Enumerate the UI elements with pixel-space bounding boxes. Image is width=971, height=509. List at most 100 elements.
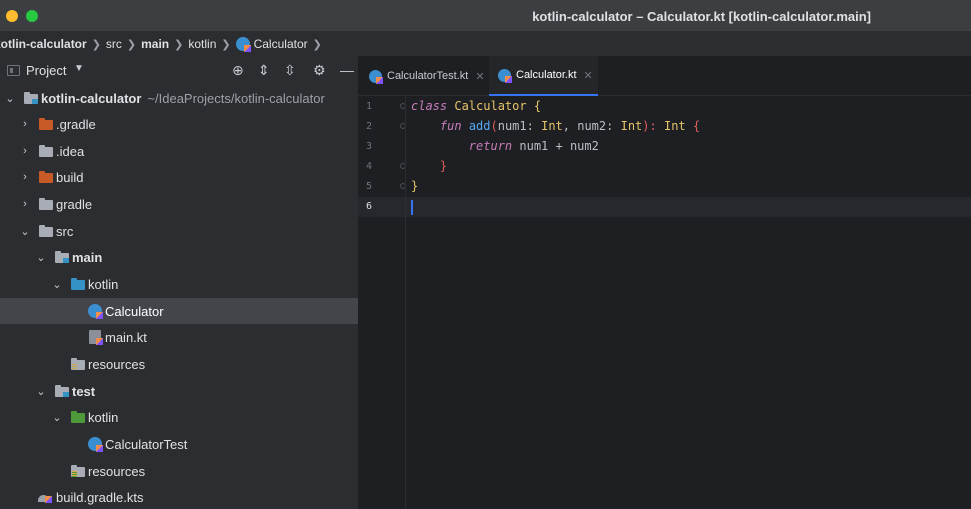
tree-item-label: .idea <box>56 143 85 159</box>
editor-tabs: CalculatorTest.kt ✕ Calculator.kt ✕ <box>358 56 971 96</box>
tree-item-label: kotlin <box>88 409 119 425</box>
tree-item-label: .gradle <box>56 116 96 132</box>
tree-item-label: Calculator <box>105 303 164 319</box>
chevron-down-icon[interactable]: ⌄ <box>35 251 47 264</box>
text-caret <box>411 200 413 215</box>
excluded-folder-icon <box>39 171 53 183</box>
project-panel: Project ▼ ⊕ ⇕ ⇳ ⚙ — ⌄ kotlin-calculator ~… <box>0 56 358 509</box>
chevron-down-icon[interactable]: ⌄ <box>51 278 63 291</box>
line-number: 4 <box>365 161 372 172</box>
chevron-right-icon[interactable]: › <box>19 198 31 210</box>
current-line-highlight <box>358 197 971 217</box>
tree-item-label: resources <box>88 356 146 372</box>
line-number: 1 <box>365 101 372 112</box>
tree-item-test[interactable]: ⌄ test <box>0 378 358 404</box>
tab-calculator-test[interactable]: CalculatorTest.kt ✕ <box>366 56 488 96</box>
close-icon[interactable]: ✕ <box>475 70 484 83</box>
breadcrumb-project[interactable]: kotlin-calculator <box>0 37 87 51</box>
tree-item-label: test <box>72 383 96 399</box>
tree-item-main-kt[interactable]: main.kt <box>0 324 358 350</box>
window-title: kotlin-calculator – Calculator.kt [kotli… <box>532 9 871 24</box>
chevron-down-icon[interactable]: ⌄ <box>4 92 16 105</box>
tree-item-label: kotlin-calculator ~/IdeaProjects/kotlin-c… <box>41 90 325 106</box>
chevron-down-icon[interactable]: ⌄ <box>19 225 31 238</box>
chevron-right-icon[interactable]: › <box>19 145 31 157</box>
chevron-right-icon: ❯ <box>126 38 137 51</box>
target-icon[interactable]: ⊕ <box>232 62 244 79</box>
expand-all-icon[interactable]: ⇕ <box>258 62 270 79</box>
code-line-4: } <box>439 159 448 173</box>
chevron-right-icon: ❯ <box>174 38 184 51</box>
line-number: 2 <box>365 121 372 132</box>
kotlin-class-icon <box>88 304 103 319</box>
tree-item-label: main <box>72 249 103 265</box>
breadcrumb: kotlin-calculator ❯ src ❯ main ❯ kotlin … <box>0 32 971 56</box>
source-folder-icon <box>71 278 85 290</box>
breadcrumb-src[interactable]: src <box>106 37 122 51</box>
tree-item-label: build <box>56 169 84 185</box>
title-bar: kotlin-calculator – Calculator.kt [kotli… <box>0 0 971 32</box>
kotlin-class-icon <box>88 437 103 452</box>
tree-item-resources-main[interactable]: resources <box>0 351 358 377</box>
kotlin-class-icon <box>235 37 251 52</box>
tab-calculator[interactable]: Calculator.kt ✕ <box>489 56 598 96</box>
chevron-right-icon: ❯ <box>312 38 322 51</box>
tree-item-label: CalculatorTest <box>105 436 188 452</box>
gutter-divider <box>405 96 406 509</box>
module-folder-icon <box>55 385 69 397</box>
collapse-all-icon[interactable]: ⇳ <box>284 62 296 79</box>
folder-icon <box>39 145 53 157</box>
tree-item-kotlin-main[interactable]: ⌄ kotlin <box>0 271 358 297</box>
tree-item-kotlin-test[interactable]: ⌄ kotlin <box>0 404 358 430</box>
zoom-window-button[interactable] <box>26 10 38 22</box>
resources-folder-icon <box>71 358 85 370</box>
tree-item-build[interactable]: › build <box>0 164 358 190</box>
code-line-5: } <box>411 179 419 193</box>
module-folder-icon <box>55 251 69 263</box>
tab-label: CalculatorTest.kt <box>387 70 469 82</box>
tree-item-project-root[interactable]: ⌄ kotlin-calculator ~/IdeaProjects/kotlin… <box>0 85 358 111</box>
line-number: 5 <box>365 181 372 192</box>
line-number-gutter: 1 2 3 4 5 6 <box>358 96 406 509</box>
minimize-icon[interactable]: — <box>340 62 354 78</box>
tree-item-gradle-dir[interactable]: › .gradle <box>0 111 358 137</box>
chevron-down-icon[interactable]: ⌄ <box>35 385 47 398</box>
chevron-right-icon[interactable]: › <box>19 118 31 130</box>
project-panel-header: Project ▼ ⊕ ⇕ ⇳ ⚙ — <box>0 56 358 86</box>
tree-item-main[interactable]: ⌄ main <box>0 244 358 270</box>
tree-item-label: resources <box>88 463 146 479</box>
gear-icon[interactable]: ⚙ <box>313 62 326 79</box>
tree-item-label: gradle <box>56 196 93 212</box>
chevron-right-icon: ❯ <box>91 38 101 51</box>
kotlin-class-icon <box>369 69 383 84</box>
minimize-window-button[interactable] <box>6 10 18 22</box>
chevron-down-icon[interactable]: ▼ <box>74 63 84 74</box>
tree-item-path-hint: ~/IdeaProjects/kotlin-calculator <box>147 90 325 106</box>
breadcrumb-kotlin[interactable]: kotlin <box>188 37 216 51</box>
tab-label: Calculator.kt <box>516 69 577 81</box>
folder-icon <box>39 198 53 210</box>
tree-item-src[interactable]: ⌄ src <box>0 218 358 244</box>
tree-item-resources-test[interactable]: resources <box>0 458 358 484</box>
breadcrumb-main[interactable]: main <box>141 37 169 51</box>
kotlin-file-icon <box>89 330 103 345</box>
project-view-icon <box>7 65 20 76</box>
kotlin-class-icon <box>498 68 512 83</box>
test-resources-folder-icon <box>71 465 85 477</box>
tree-item-label: main.kt <box>105 329 147 345</box>
tree-item-gradle[interactable]: › gradle <box>0 191 358 217</box>
chevron-down-icon[interactable]: ⌄ <box>51 411 63 424</box>
tree-item-label: src <box>56 223 74 239</box>
module-folder-icon <box>24 92 38 104</box>
breadcrumb-calculator[interactable]: Calculator <box>254 37 308 51</box>
tree-item-idea[interactable]: › .idea <box>0 138 358 164</box>
close-icon[interactable]: ✕ <box>584 69 593 82</box>
tree-item-calculator[interactable]: Calculator <box>0 298 358 324</box>
tree-item-calculator-test[interactable]: CalculatorTest <box>0 431 358 457</box>
folder-icon <box>39 225 53 237</box>
chevron-right-icon[interactable]: › <box>19 171 31 183</box>
tree-item-build-gradle-kts[interactable]: build.gradle.kts <box>0 484 358 509</box>
project-view-selector[interactable]: Project <box>26 63 66 78</box>
code-line-1: class Calculator { <box>411 99 542 113</box>
tree-item-label: build.gradle.kts <box>56 489 144 505</box>
